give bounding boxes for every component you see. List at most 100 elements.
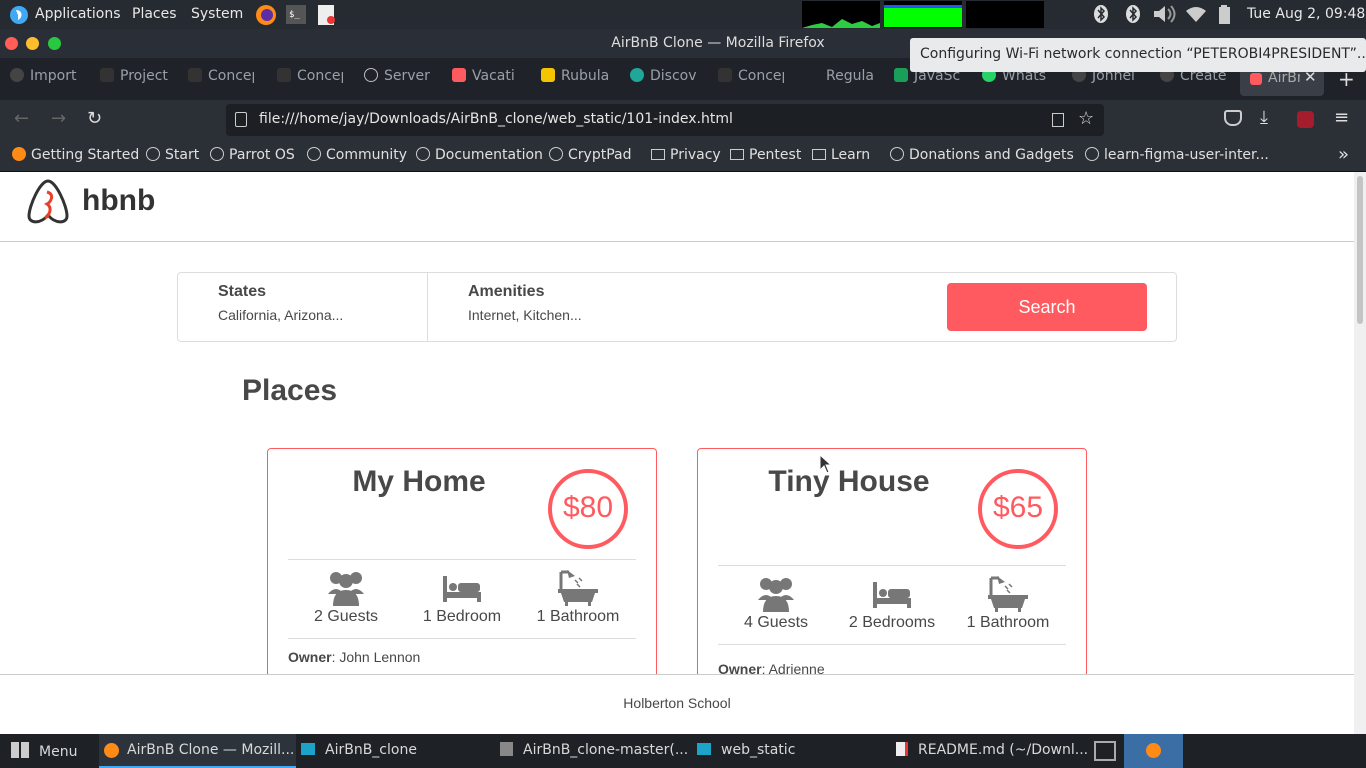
folder-icon <box>697 743 711 755</box>
workspace-switcher-icon[interactable] <box>1094 741 1116 761</box>
place-information: 4 Guests 2 Bedrooms 1 Bathroom <box>718 565 1066 645</box>
bluetooth-secondary-icon[interactable] <box>1124 5 1142 23</box>
scrollbar-thumb[interactable] <box>1357 176 1363 324</box>
tab-project[interactable]: Project <box>100 68 168 90</box>
forward-arrow-icon[interactable]: → <box>51 108 66 129</box>
folder-icon <box>651 149 665 160</box>
page-icon <box>235 112 247 127</box>
bookmark-donations[interactable]: Donations and Gadgets <box>890 147 1074 163</box>
filters-bar: States California, Arizona... Amenities … <box>177 272 1177 342</box>
bookmark-community[interactable]: Community <box>307 147 407 163</box>
airbnb-icon <box>1250 73 1262 85</box>
bookmarks-toolbar: Getting Started Start Parrot OS Communit… <box>0 140 1366 172</box>
price-badge: $80 <box>548 469 628 549</box>
bookmark-star-icon[interactable]: ☆ <box>1078 108 1094 129</box>
url-text[interactable]: file:///home/jay/Downloads/AirBnB_clone/… <box>259 111 733 127</box>
tab-import[interactable]: Import <box>10 68 78 90</box>
tab-vacation[interactable]: Vacati <box>452 68 520 90</box>
start-menu-button[interactable]: Menu <box>11 742 77 760</box>
discover-icon <box>630 68 644 82</box>
owner-name: : John Lennon <box>331 649 421 665</box>
tab-concept-2[interactable]: Concep <box>277 68 343 90</box>
tab-concept-3[interactable]: Concep <box>718 68 784 90</box>
place-title: Tiny House <box>768 465 930 498</box>
hbnb-logo-icon[interactable] <box>25 178 71 226</box>
place-title: My Home <box>352 465 486 498</box>
text-editor-launcher-icon[interactable] <box>318 5 336 25</box>
active-window-indicator[interactable] <box>1124 734 1183 768</box>
bookmark-learn-figma[interactable]: learn-figma-user-inter... <box>1085 147 1269 163</box>
wifi-icon[interactable] <box>1186 5 1206 23</box>
amenities-value: Internet, Kitchen... <box>468 307 582 323</box>
hamburger-menu-icon[interactable]: ≡ <box>1334 107 1349 128</box>
bookmark-parrot-os[interactable]: Parrot OS <box>210 147 295 163</box>
bedrooms-text: 2 Bedrooms <box>848 614 936 631</box>
site-header: hbnb <box>0 172 1354 242</box>
volume-icon[interactable] <box>1152 5 1178 23</box>
tab-concept-1[interactable]: Concep <box>188 68 254 90</box>
globe-icon <box>146 147 160 161</box>
taskbar-item-firefox[interactable]: AirBnB Clone — Mozill... <box>99 734 296 768</box>
back-arrow-icon[interactable]: ← <box>14 108 29 129</box>
bathrooms-text: 1 Bathroom <box>966 614 1050 631</box>
search-button[interactable]: Search <box>947 283 1147 331</box>
guests-text: 4 Guests <box>743 614 809 631</box>
parrot-logo-icon[interactable] <box>9 5 29 25</box>
bookmark-cryptpad[interactable]: CryptPad <box>549 147 631 163</box>
github-icon <box>10 68 24 82</box>
amenities-filter[interactable]: Amenities Internet, Kitchen... <box>428 273 928 341</box>
firefox-launcher-icon[interactable] <box>255 4 277 26</box>
reader-view-icon[interactable] <box>1052 113 1064 127</box>
logo-text: hbnb <box>82 184 156 217</box>
url-bar[interactable]: file:///home/jay/Downloads/AirBnB_clone/… <box>226 104 1104 136</box>
price-badge: $65 <box>978 469 1058 549</box>
bed-icon <box>873 582 911 608</box>
reload-icon[interactable]: ↻ <box>87 108 102 129</box>
amenities-label: Amenities <box>468 283 545 300</box>
folder-icon <box>812 149 826 160</box>
bookmark-privacy-folder[interactable]: Privacy <box>651 147 721 163</box>
folder-icon <box>301 743 315 755</box>
site-footer: Holberton School <box>0 674 1354 734</box>
bookmark-getting-started[interactable]: Getting Started <box>12 147 139 163</box>
states-filter[interactable]: States California, Arizona... <box>178 273 428 341</box>
menu-applications[interactable]: Applications <box>35 6 121 22</box>
taskbar-item-airbnb-clone-master[interactable]: AirBnB_clone-master(... <box>500 742 688 758</box>
guests-info: 2 Guests <box>288 560 404 626</box>
globe-icon <box>549 147 563 161</box>
taskbar-item-readme[interactable]: README.md (~/Downl... <box>896 742 1088 758</box>
globe-icon <box>1085 147 1099 161</box>
globe-icon <box>210 147 224 161</box>
bookmark-learn-folder[interactable]: Learn <box>812 147 870 163</box>
svg-text:$_: $_ <box>289 10 300 20</box>
taskbar-item-airbnb-clone[interactable]: AirBnB_clone <box>301 742 417 758</box>
guests-info: 4 Guests <box>718 566 834 632</box>
menu-system[interactable]: System <box>191 6 243 22</box>
alx-icon <box>718 68 732 82</box>
terminal-launcher-icon[interactable]: $_ <box>286 5 306 24</box>
pocket-icon[interactable] <box>1224 110 1242 126</box>
bookmarks-overflow-icon[interactable]: » <box>1338 144 1349 165</box>
alx-icon <box>100 68 114 82</box>
tab-regular[interactable]: Regula <box>806 68 874 90</box>
taskbar-item-web-static[interactable]: web_static <box>697 742 795 758</box>
tab-server[interactable]: Server <box>364 68 430 90</box>
ublock-icon[interactable] <box>1297 111 1314 128</box>
bathtub-icon <box>558 570 598 606</box>
bookmark-pentest-folder[interactable]: Pentest <box>730 147 801 163</box>
tab-discover[interactable]: Discov <box>630 68 698 90</box>
download-icon[interactable]: ⤓ <box>1260 107 1268 128</box>
clock[interactable]: Tue Aug 2, 09:48 <box>1247 6 1365 22</box>
firefox-icon <box>1146 743 1161 758</box>
guests-icon <box>328 572 364 606</box>
bookmark-start[interactable]: Start <box>146 147 199 163</box>
bluetooth-icon[interactable] <box>1092 5 1110 23</box>
menu-places[interactable]: Places <box>132 6 177 22</box>
tab-rubula[interactable]: Rubula <box>541 68 609 90</box>
bed-icon <box>443 576 481 602</box>
bookmark-documentation[interactable]: Documentation <box>416 147 543 163</box>
text-editor-icon <box>896 742 908 756</box>
page-scrollbar[interactable] <box>1354 172 1366 734</box>
battery-icon[interactable] <box>1218 5 1232 24</box>
globe-icon <box>307 147 321 161</box>
